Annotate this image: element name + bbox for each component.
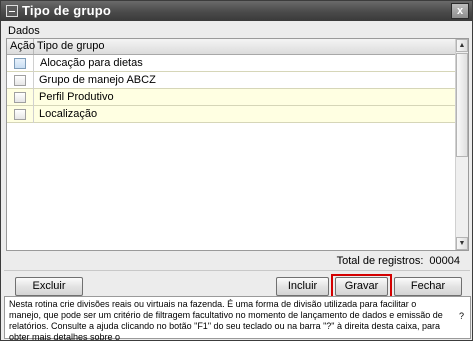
scroll-up-icon[interactable]: ▲	[456, 39, 468, 52]
close-icon[interactable]: x	[451, 3, 469, 19]
title-bar: Tipo de grupo x	[1, 1, 472, 21]
section-label-dados: Dados	[8, 25, 40, 37]
row-checkbox[interactable]	[14, 58, 26, 69]
vertical-scrollbar[interactable]: ▲ ▼	[455, 39, 468, 250]
total-value: 00004	[429, 255, 460, 267]
tipo-de-grupo-window: Tipo de grupo x Dados Ação Tipo de grupo…	[0, 0, 473, 341]
row-label: Grupo de manejo ABCZ	[39, 74, 156, 86]
window-icon[interactable]	[6, 5, 18, 17]
help-question-mark[interactable]: ?	[459, 311, 464, 321]
help-panel: Nesta rotina crie divisões reais ou virt…	[4, 296, 471, 341]
action-cell	[7, 89, 34, 106]
gravar-button[interactable]: Gravar	[335, 277, 388, 296]
row-label: Localização	[39, 108, 98, 120]
column-header-tipo-de-grupo[interactable]: Tipo de grupo	[34, 39, 456, 54]
window-title: Tipo de grupo	[22, 3, 112, 18]
scroll-down-icon[interactable]: ▼	[456, 237, 468, 250]
table-row[interactable]: Grupo de manejo ABCZ	[7, 72, 456, 89]
table-row[interactable]: Alocação para dietas	[7, 55, 456, 72]
table-row[interactable]: Localização	[7, 106, 456, 123]
incluir-button[interactable]: Incluir	[276, 277, 329, 296]
fechar-button[interactable]: Fechar	[394, 277, 462, 296]
row-checkbox[interactable]	[14, 92, 26, 103]
row-label: Alocação para dietas	[40, 57, 143, 69]
group-type-grid: Ação Tipo de grupo Alocação para dietas …	[6, 38, 469, 251]
record-count: Total de registros: 00004	[337, 255, 460, 267]
table-row[interactable]: Perfil Produtivo	[7, 89, 456, 106]
row-checkbox[interactable]	[14, 109, 26, 120]
row-label: Perfil Produtivo	[39, 91, 114, 103]
action-cell	[7, 72, 34, 89]
total-label: Total de registros:	[336, 255, 424, 267]
help-text: Nesta rotina crie divisões reais ou virt…	[9, 299, 443, 341]
action-cell	[7, 55, 34, 72]
excluir-button[interactable]: Excluir	[15, 277, 83, 296]
grid-header: Ação Tipo de grupo	[7, 39, 456, 55]
action-cell	[7, 106, 34, 123]
scrollbar-thumb[interactable]	[456, 53, 468, 157]
row-checkbox[interactable]	[14, 75, 26, 86]
column-header-acao[interactable]: Ação	[7, 39, 35, 54]
